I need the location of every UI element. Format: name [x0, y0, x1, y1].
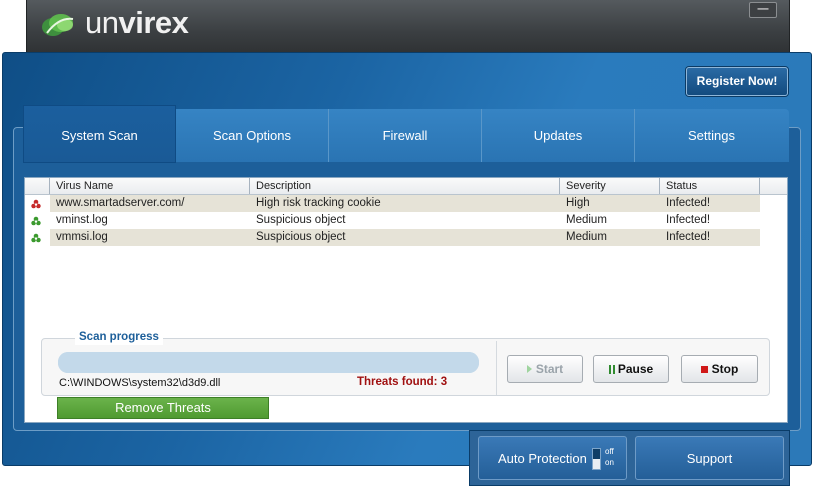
severity-cell: Medium [566, 214, 607, 226]
tab-settings[interactable]: Settings [635, 109, 788, 162]
table-row[interactable]: vmmsi.log Suspicious object Medium Infec… [25, 229, 787, 246]
start-label: Start [535, 362, 564, 376]
support-button[interactable]: Support [635, 436, 784, 480]
biohazard-green-icon [31, 232, 41, 243]
tab-updates[interactable]: Updates [482, 109, 635, 162]
scan-progress-fill [58, 352, 479, 373]
tab-scan-options[interactable]: Scan Options [176, 109, 329, 162]
severity-cell: High [560, 195, 660, 212]
table-row[interactable]: vminst.log Suspicious object Medium Infe… [25, 212, 787, 229]
current-scan-file: C:\WINDOWS\system32\d3d9.dll [59, 377, 221, 389]
table-header: Virus Name Description Severity Status [25, 178, 787, 195]
status-cell: Infected! [660, 195, 760, 212]
unvirex-logo: unvirex [39, 5, 189, 41]
column-header-filler [760, 178, 787, 194]
scan-progress-bar [58, 352, 479, 373]
virus-name-cell: vmmsi.log [50, 229, 250, 246]
auto-protection-toggle[interactable] [592, 448, 601, 470]
logo-icon [39, 9, 79, 41]
threats-found-count: Threats found: 3 [357, 376, 448, 388]
pause-label: Pause [617, 362, 654, 376]
column-header-severity[interactable]: Severity [560, 178, 660, 194]
stop-label: Stop [711, 362, 739, 376]
app-header: unvirex — [26, 0, 790, 54]
tab-firewall[interactable]: Firewall [329, 109, 482, 162]
description-cell: Suspicious object [256, 214, 346, 226]
scan-progress-legend: Scan progress [75, 329, 163, 345]
virus-name-cell: www.smartadserver.com/ [50, 195, 250, 212]
toggle-knob [593, 459, 600, 469]
severity-cell: Medium [560, 229, 660, 246]
table-row[interactable]: www.smartadserver.com/ High risk trackin… [25, 195, 787, 212]
register-now-button[interactable]: Register Now! [686, 67, 788, 96]
start-button[interactable]: Start [507, 355, 583, 383]
description-cell: Suspicious object [250, 229, 560, 246]
minimize-button[interactable]: — [749, 2, 777, 18]
remove-threats-button[interactable]: Remove Threats [57, 397, 269, 419]
stop-icon [700, 365, 708, 373]
status-cell: Infected! [660, 229, 760, 246]
progress-divider [496, 341, 497, 395]
biohazard-red-icon [31, 198, 41, 209]
logo-prefix: un [85, 5, 119, 40]
status-cell: Infected! [666, 214, 711, 226]
support-label: Support [686, 450, 733, 466]
auto-protection-label: Auto Protection [498, 450, 587, 466]
virus-name-cell: vminst.log [56, 214, 108, 226]
tab-bar: System Scan Scan Options Firewall Update… [23, 105, 789, 163]
tab-system-scan[interactable]: System Scan [23, 105, 176, 163]
biohazard-green-icon [31, 215, 41, 226]
toggle-on-label: on [605, 458, 614, 467]
logo-name: virex [118, 5, 189, 40]
toggle-off-label: off [605, 447, 614, 456]
column-header-virus-name[interactable]: Virus Name [50, 178, 250, 194]
pause-button[interactable]: Pause [593, 355, 669, 383]
column-header-status[interactable]: Status [660, 178, 760, 194]
pause-icon [608, 364, 615, 374]
play-icon [526, 365, 532, 373]
icon-column-header[interactable] [25, 178, 50, 194]
column-header-description[interactable]: Description [250, 178, 560, 194]
stop-button[interactable]: Stop [681, 355, 758, 383]
description-cell: High risk tracking cookie [250, 195, 560, 212]
